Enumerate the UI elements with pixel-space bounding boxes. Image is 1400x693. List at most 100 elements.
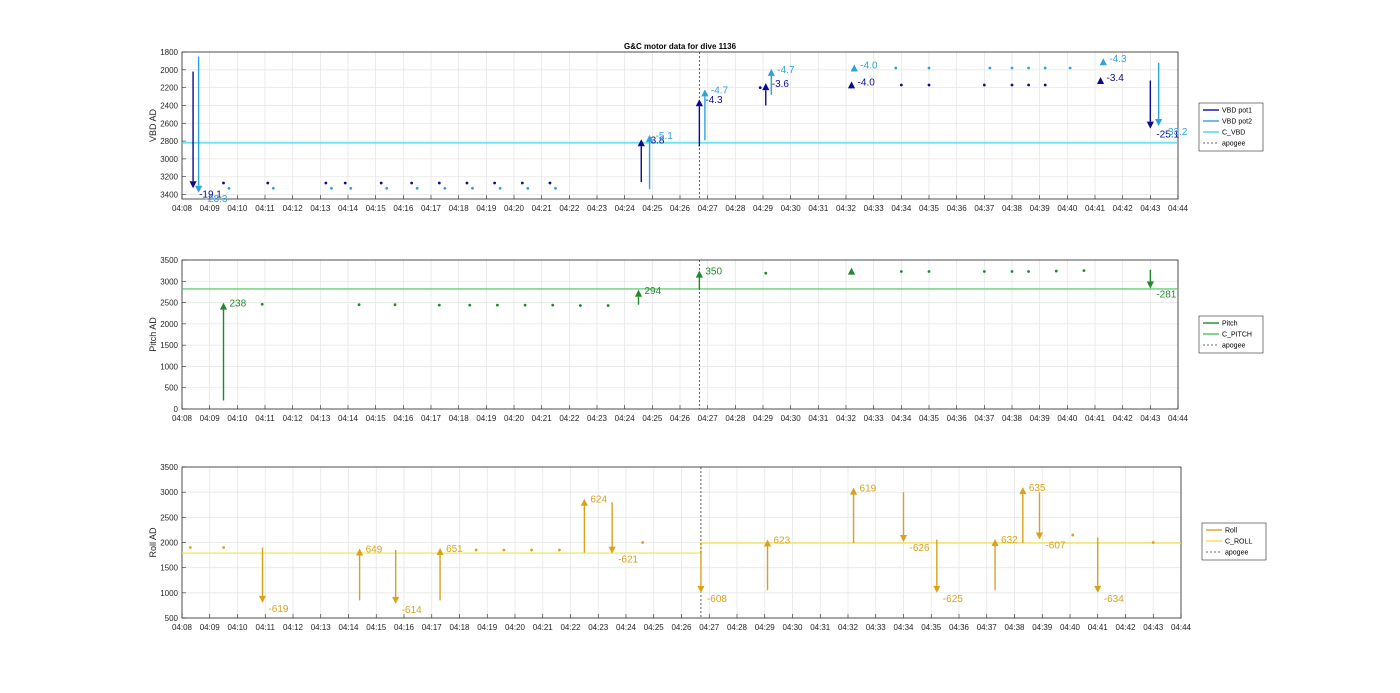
x-tick-label: 04:41	[1085, 204, 1106, 213]
legend-entry: C_ROLL	[1225, 539, 1252, 546]
data-point	[496, 303, 499, 307]
y-tick-label: 1800	[160, 48, 178, 57]
x-tick-label: 04:18	[449, 204, 470, 213]
x-tick-label: 04:41	[1085, 414, 1106, 423]
panel-1: 04:08 04:09 04:10 04:11 04:12 04:13 04:14 04:15…	[148, 48, 1264, 213]
x-tick-label: 04:18	[449, 414, 470, 423]
x-tick-label: 04:28	[725, 414, 746, 423]
x-tick-label: 04:16	[393, 414, 414, 423]
x-tick-label: 04:21	[532, 204, 553, 213]
x-tick-label: 04:24	[616, 623, 637, 632]
data-point	[1027, 66, 1030, 70]
data-point	[982, 83, 986, 87]
x-tick-label: 04:37	[977, 623, 998, 632]
legend-entry: C_VBD	[1222, 130, 1245, 137]
legend-entry: Pitch	[1222, 321, 1238, 328]
y-tick-label: 2000	[160, 539, 178, 548]
panel-3: 04:08 04:09 04:10 04:11 04:12 04:13 04:14 04:15…	[148, 463, 1267, 632]
x-tick-label: 04:20	[504, 414, 525, 423]
move-label: -608	[707, 594, 727, 605]
move-label: 649	[366, 545, 383, 556]
x-tick-label: 04:23	[587, 204, 608, 213]
move-label: -281	[1156, 290, 1176, 301]
x-tick-label: 04:44	[1168, 204, 1189, 213]
x-tick-label: 04:43	[1143, 623, 1164, 632]
x-tick-label: 04:09	[200, 204, 221, 213]
x-tick-label: 04:39	[1030, 204, 1051, 213]
data-point	[443, 186, 447, 190]
x-tick-label: 04:44	[1171, 623, 1192, 632]
data-point	[523, 303, 527, 307]
x-tick-label: 04:09	[200, 623, 221, 632]
x-tick-label: 04:13	[310, 414, 331, 423]
x-tick-label: 04:25	[642, 204, 663, 213]
x-tick-label: 04:08	[172, 623, 193, 632]
y-tick-label: 3000	[160, 277, 178, 286]
data-point	[474, 548, 478, 552]
data-point	[271, 186, 275, 190]
legend: Pitch C_PITCHapogee	[1198, 315, 1264, 354]
y-axis-label: Roll AD	[148, 527, 158, 558]
data-point	[349, 186, 353, 190]
x-tick-label: 04:14	[338, 204, 359, 213]
x-tick-label: 04:31	[810, 623, 831, 632]
x-tick-label: 04:32	[836, 414, 857, 423]
x-tick-label: 04:40	[1060, 623, 1081, 632]
data-point	[227, 186, 231, 190]
data-point	[548, 181, 552, 185]
move-label: -4.3	[1109, 54, 1127, 65]
legend: VBD pot1 VBD pot2 C_VBDapogee	[1198, 102, 1264, 152]
x-tick-label: 04:10	[227, 414, 248, 423]
data-point	[1010, 66, 1014, 70]
move-label: 619	[860, 484, 877, 495]
data-point	[551, 303, 555, 307]
x-tick-label: 04:26	[670, 204, 691, 213]
y-tick-label: 500	[165, 614, 179, 623]
x-tick-label: 04:42	[1113, 414, 1134, 423]
x-tick-label: 04:28	[727, 623, 748, 632]
move-label: -23.3	[205, 194, 228, 205]
x-tick-label: 04:17	[422, 623, 443, 632]
y-tick-label: 1500	[160, 341, 178, 350]
move-label: -4.0	[858, 77, 876, 88]
move-label: -3.6	[772, 79, 790, 90]
data-point	[437, 303, 441, 307]
legend-entry: apogee	[1225, 550, 1248, 557]
data-point	[437, 181, 441, 185]
x-tick-label: 04:33	[864, 204, 885, 213]
data-point	[498, 186, 502, 190]
data-point	[465, 181, 469, 185]
data-point	[1010, 270, 1014, 273]
move-label: -614	[402, 605, 422, 616]
x-tick-label: 04:38	[1004, 623, 1025, 632]
x-tick-label: 04:37	[974, 204, 995, 213]
data-point	[1054, 269, 1058, 273]
x-tick-label: 04:40	[1057, 414, 1078, 423]
x-tick-label: 04:31	[808, 414, 829, 423]
data-point	[530, 548, 534, 552]
x-tick-label: 04:39	[1032, 623, 1053, 632]
y-tick-label: 3200	[160, 173, 178, 182]
x-tick-label: 04:19	[476, 414, 497, 423]
legend: Roll C_ROLLapogee	[1201, 522, 1267, 561]
y-tick-label: 3400	[160, 191, 178, 200]
x-tick-label: 04:36	[947, 204, 968, 213]
x-tick-label: 04:36	[949, 623, 970, 632]
legend-entry: Roll	[1225, 528, 1238, 535]
legend-entry: apogee	[1222, 343, 1245, 350]
x-tick-label: 04:13	[311, 623, 332, 632]
x-tick-label: 04:24	[615, 204, 636, 213]
y-axis-label: Pitch AD	[148, 317, 158, 352]
data-point	[1068, 66, 1072, 70]
x-tick-label: 04:38	[1002, 204, 1023, 213]
move-label: -4.7	[711, 85, 729, 96]
x-tick-label: 04:43	[1140, 204, 1161, 213]
x-tick-label: 04:22	[560, 623, 581, 632]
x-tick-label: 04:12	[283, 623, 304, 632]
data-point	[927, 83, 931, 87]
move-label: 238	[230, 299, 247, 310]
data-point	[260, 302, 264, 306]
data-point	[468, 303, 472, 307]
x-tick-label: 04:27	[698, 414, 719, 423]
y-tick-label: 3000	[160, 155, 178, 164]
